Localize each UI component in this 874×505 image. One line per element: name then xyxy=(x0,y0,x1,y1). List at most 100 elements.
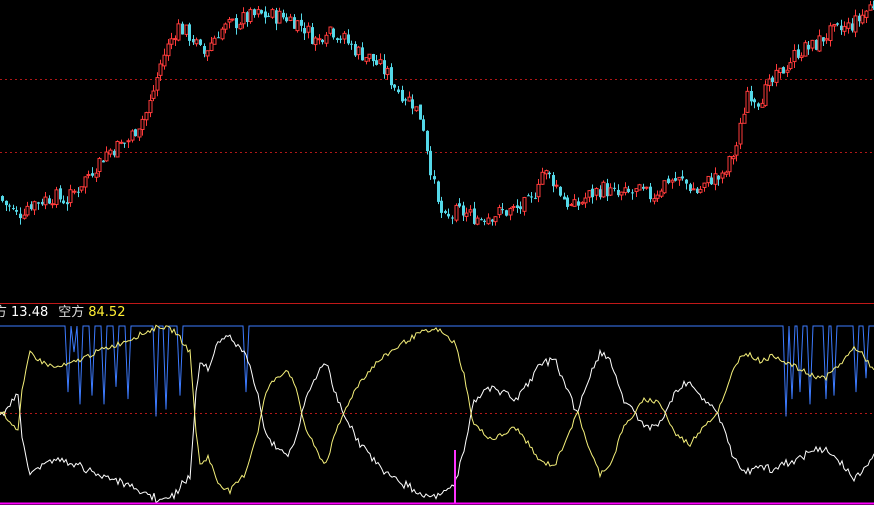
indicator-panel xyxy=(0,324,874,504)
white-indicator-line xyxy=(0,334,874,504)
candle-body-down xyxy=(15,210,18,212)
candle-body-down xyxy=(181,23,184,35)
candle-body-up xyxy=(691,188,696,191)
candle-body-up xyxy=(544,170,549,175)
candle-body-up xyxy=(126,140,131,143)
candle-body-down xyxy=(667,178,670,184)
candle-body-up xyxy=(144,112,149,121)
candle-body-down xyxy=(260,10,263,14)
candle-body-up xyxy=(720,172,725,179)
candle-body-up xyxy=(194,39,199,45)
candle-body-up xyxy=(32,201,37,211)
candle-body-up xyxy=(367,53,372,59)
candle-body-up xyxy=(454,204,459,221)
candle-body-up xyxy=(140,118,145,131)
candle-body-up xyxy=(54,189,59,206)
candle-body-up xyxy=(205,50,210,57)
candle-body-up xyxy=(652,198,657,202)
candle-body-up xyxy=(536,183,541,198)
candle-body-up xyxy=(864,10,869,18)
candle-body-up xyxy=(378,59,383,65)
candle-body-down xyxy=(339,38,342,40)
candle-body-down xyxy=(5,200,8,206)
indicator-legend: 方 13.48 空方 84.52 xyxy=(0,305,129,321)
candle-body-up xyxy=(212,37,217,45)
candle-body-down xyxy=(37,202,40,204)
candle-body-up xyxy=(176,23,181,41)
candle-body-down xyxy=(516,205,519,209)
candle-body-down xyxy=(710,177,713,185)
candle-body-down xyxy=(375,60,378,65)
candle-body-up xyxy=(414,106,419,112)
candle-body-up xyxy=(288,16,293,22)
candle-body-up xyxy=(328,26,333,34)
candle-body-up xyxy=(158,63,163,76)
candle-body-up xyxy=(25,205,30,216)
candle-body-down xyxy=(627,188,630,192)
candle-body-down xyxy=(483,220,486,222)
candle-body-down xyxy=(264,11,267,18)
candle-body-up xyxy=(774,69,779,83)
candle-body-down xyxy=(303,28,306,34)
candle-body-up xyxy=(166,43,171,57)
candle-body-down xyxy=(591,188,594,198)
candle-body-down xyxy=(426,130,429,152)
candle-body-down xyxy=(771,77,774,83)
candle-body-down xyxy=(750,91,753,102)
legend-value-2: 84.52 xyxy=(88,305,126,320)
candle-body-up xyxy=(731,156,736,160)
legend-value-1: 13.48 xyxy=(11,305,49,320)
candle-body-up xyxy=(79,186,84,191)
candle-body-up xyxy=(742,113,747,124)
candle-body-up xyxy=(50,203,55,206)
candle-body-up xyxy=(137,128,142,138)
candle-body-up xyxy=(842,26,847,32)
candle-body-down xyxy=(447,213,450,217)
candle-body-down xyxy=(19,213,22,219)
candle-body-down xyxy=(91,173,94,176)
candle-body-up xyxy=(277,10,282,24)
candle-body-up xyxy=(670,179,675,183)
candle-body-down xyxy=(566,197,569,207)
candle-body-down xyxy=(62,200,65,204)
candle-body-up xyxy=(184,24,189,35)
candle-body-down xyxy=(188,24,191,41)
candle-body-down xyxy=(674,178,677,181)
legend-label-1: 方 xyxy=(0,305,8,320)
candle-body-up xyxy=(713,173,718,185)
candle-body-up xyxy=(248,9,253,23)
candle-body-down xyxy=(422,119,425,131)
candle-body-up xyxy=(734,145,739,156)
candle-body-down xyxy=(717,175,720,180)
candle-body-down xyxy=(411,99,414,109)
candle-body-down xyxy=(505,210,508,216)
candle-body-up xyxy=(846,22,851,29)
candle-body-up xyxy=(83,176,88,188)
candle-body-up xyxy=(464,212,469,217)
candle-body-down xyxy=(285,17,288,22)
blue-indicator-line xyxy=(0,325,874,417)
candle-body-up xyxy=(522,196,527,212)
yellow-indicator-line xyxy=(0,324,874,496)
candle-body-down xyxy=(458,203,461,207)
candle-body-down xyxy=(685,179,688,184)
candle-body-up xyxy=(475,217,480,225)
candle-body-up xyxy=(72,190,77,193)
candle-body-down xyxy=(419,104,422,120)
candle-body-down xyxy=(530,196,533,198)
candle-body-up xyxy=(644,186,649,189)
candle-body-down xyxy=(757,103,760,107)
candle-body-down xyxy=(534,197,537,199)
candle-body-down xyxy=(199,39,202,45)
candle-body-up xyxy=(601,181,606,198)
candle-body-up xyxy=(587,190,592,198)
candle-body-down xyxy=(235,18,238,29)
candle-body-up xyxy=(853,15,858,33)
candle-body-up xyxy=(619,191,624,196)
candle-body-up xyxy=(162,54,167,67)
candle-body-down xyxy=(649,186,652,200)
candle-body-up xyxy=(223,23,228,30)
candle-body-down xyxy=(429,150,432,176)
candle-body-down xyxy=(217,37,220,39)
candle-body-down xyxy=(440,200,443,213)
